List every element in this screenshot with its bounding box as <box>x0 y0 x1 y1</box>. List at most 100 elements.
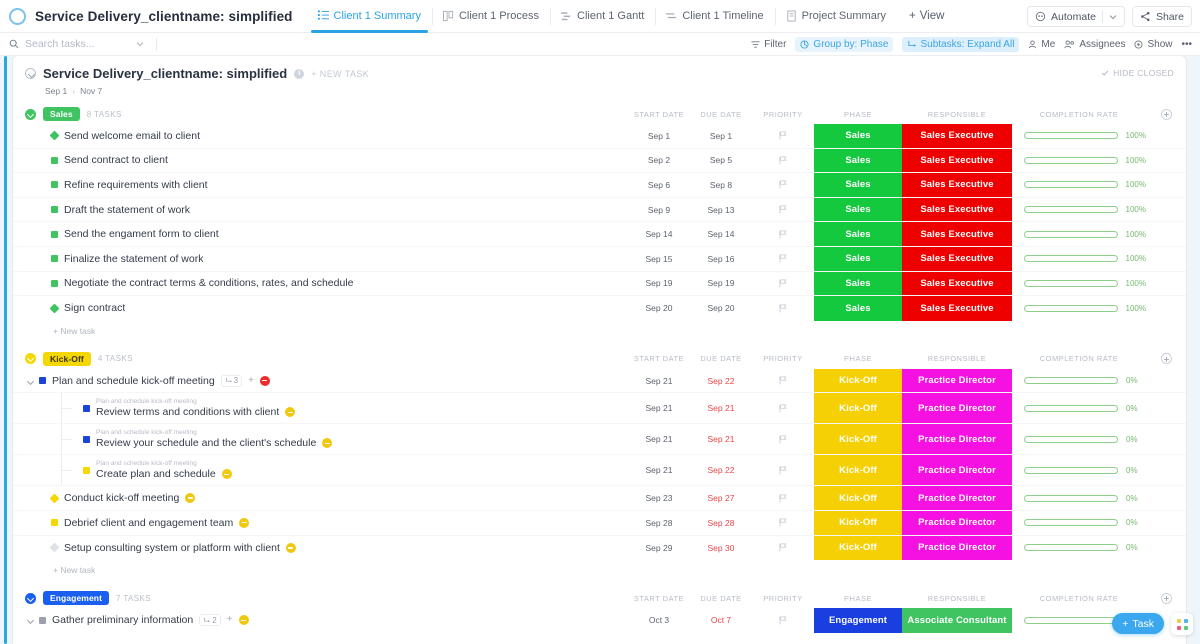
add-task-fab[interactable]: + Task <box>1112 613 1164 634</box>
task-name-cell[interactable]: Setup consulting system or platform with… <box>13 536 628 561</box>
phase-cell[interactable]: Sales <box>814 296 902 321</box>
start-date-cell[interactable]: Sep 15 <box>628 247 690 271</box>
priority-cell[interactable] <box>752 511 814 535</box>
column-header[interactable]: RESPONSIBLE <box>902 594 1012 603</box>
column-header[interactable]: START DATE <box>628 594 690 603</box>
table-row[interactable]: Plan and schedule kick-off meeting Review… <box>13 393 1186 425</box>
column-header[interactable]: START DATE <box>628 354 690 363</box>
new-task-row[interactable]: + New task <box>13 560 1186 580</box>
completion-rate-cell[interactable]: 0% <box>1012 536 1146 561</box>
priority-flag-icon[interactable] <box>779 466 787 475</box>
column-header[interactable]: DUE DATE <box>690 110 752 119</box>
priority-flag-icon[interactable] <box>779 543 787 552</box>
start-date-cell[interactable]: Sep 29 <box>628 536 690 561</box>
task-priority-icon[interactable] <box>285 407 296 418</box>
collapse-group-icon[interactable] <box>25 353 36 365</box>
task-name-cell[interactable]: Send contract to client <box>13 149 628 173</box>
task-status-marker-icon[interactable] <box>39 377 46 385</box>
table-row[interactable]: Plan and schedule kick-off meeting Create… <box>13 455 1186 487</box>
column-header[interactable]: PHASE <box>814 110 902 119</box>
column-header[interactable]: PHASE <box>814 354 902 363</box>
priority-cell[interactable] <box>752 272 814 296</box>
due-date-cell[interactable]: Sep 22 <box>690 455 752 485</box>
task-status-marker-icon[interactable] <box>83 466 90 474</box>
phase-cell[interactable]: Sales <box>814 271 902 296</box>
group-badge[interactable]: Kick-Off <box>43 351 91 366</box>
task-priority-icon[interactable] <box>322 438 333 449</box>
column-header[interactable]: RESPONSIBLE <box>902 110 1012 119</box>
priority-flag-icon[interactable] <box>779 205 787 214</box>
apps-grid-icon[interactable] <box>1171 613 1193 635</box>
task-name-cell[interactable]: Draft the statement of work <box>13 198 628 222</box>
priority-cell[interactable] <box>752 608 814 633</box>
task-status-marker-icon[interactable] <box>51 181 58 189</box>
priority-cell[interactable] <box>752 455 814 485</box>
priority-cell[interactable] <box>752 393 814 423</box>
priority-flag-icon[interactable] <box>779 156 787 165</box>
priority-cell[interactable] <box>752 296 814 321</box>
responsible-cell[interactable]: Practice Director <box>902 535 1012 561</box>
responsible-cell[interactable]: Associate Consultant <box>902 608 1012 633</box>
group-by-button[interactable]: Group by: Phase <box>795 37 894 52</box>
add-view-button[interactable]: + View <box>897 10 956 22</box>
new-task-row[interactable]: + New task <box>13 321 1186 341</box>
priority-flag-icon[interactable] <box>779 230 787 239</box>
add-subtask-icon[interactable]: + <box>248 375 254 386</box>
priority-flag-icon[interactable] <box>779 494 787 503</box>
completion-rate-cell[interactable]: 0% <box>1012 511 1146 535</box>
subtask-count-badge[interactable]: 2 <box>199 614 221 627</box>
task-name-cell[interactable]: Plan and schedule kick-off meeting 3 + <box>13 369 628 393</box>
table-row[interactable]: Send the engament form to client Sep 14 Se… <box>13 222 1186 247</box>
completion-rate-cell[interactable]: 100% <box>1012 198 1146 222</box>
search-input[interactable] <box>25 38 130 50</box>
start-date-cell[interactable]: Sep 21 <box>628 393 690 423</box>
start-date-cell[interactable]: Sep 23 <box>628 486 690 510</box>
table-row[interactable]: Debrief client and engagement team Sep 28… <box>13 510 1186 536</box>
priority-cell[interactable] <box>752 173 814 197</box>
hide-closed-button[interactable]: HIDE CLOSED <box>1101 68 1174 78</box>
column-header[interactable]: DUE DATE <box>690 354 752 363</box>
task-priority-icon[interactable] <box>221 469 232 480</box>
phase-cell[interactable]: Kick-Off <box>814 535 902 561</box>
due-date-cell[interactable]: Sep 5 <box>690 149 752 173</box>
table-row[interactable]: Send welcome email to client Sep 1 Sep 1 Sa… <box>13 124 1186 149</box>
task-status-marker-icon[interactable] <box>83 435 90 443</box>
task-status-marker-icon[interactable] <box>51 255 58 263</box>
priority-flag-icon[interactable] <box>779 131 787 140</box>
priority-flag-icon[interactable] <box>779 435 787 444</box>
task-status-marker-icon[interactable] <box>51 279 58 287</box>
task-name-cell[interactable]: Negotiate the contract terms & condition… <box>13 272 628 296</box>
completion-rate-cell[interactable]: 0% <box>1012 455 1146 485</box>
phase-cell[interactable]: Sales <box>814 246 902 271</box>
start-date-cell[interactable]: Sep 1 <box>628 124 690 148</box>
start-date-cell[interactable]: Oct 3 <box>628 608 690 633</box>
task-name-cell[interactable]: Debrief client and engagement team <box>13 511 628 535</box>
expand-subtasks-icon[interactable] <box>27 616 35 624</box>
task-name-cell[interactable]: Send the engament form to client <box>13 222 628 246</box>
collapse-group-icon[interactable] <box>25 592 36 604</box>
responsible-cell[interactable]: Practice Director <box>902 486 1012 510</box>
task-name-cell[interactable]: Finalize the statement of work <box>13 247 628 271</box>
completion-rate-cell[interactable]: 100% <box>1012 247 1146 271</box>
completion-rate-cell[interactable]: 0% <box>1012 486 1146 510</box>
milestone-marker-icon[interactable] <box>49 303 60 314</box>
table-row[interactable]: Negotiate the contract terms & condition… <box>13 271 1186 297</box>
priority-cell[interactable] <box>752 124 814 148</box>
collapse-project-icon[interactable] <box>25 68 36 79</box>
priority-flag-icon[interactable] <box>779 254 787 263</box>
column-header[interactable]: PRIORITY <box>752 354 814 363</box>
due-date-cell[interactable]: Sep 1 <box>690 124 752 148</box>
due-date-cell[interactable]: Sep 28 <box>690 511 752 535</box>
start-date-cell[interactable]: Sep 20 <box>628 296 690 321</box>
priority-flag-icon[interactable] <box>779 180 787 189</box>
task-name-cell[interactable]: Send welcome email to client <box>13 124 628 148</box>
add-column-icon[interactable] <box>1160 592 1172 604</box>
task-name-cell[interactable]: Gather preliminary information 2 + <box>13 608 628 633</box>
milestone-marker-icon[interactable] <box>49 493 60 504</box>
column-header[interactable]: PHASE <box>814 594 902 603</box>
tab-client-1-process[interactable]: Client 1 Process <box>431 0 550 33</box>
task-name-cell[interactable]: Refine requirements with client <box>13 173 628 197</box>
phase-cell[interactable]: Kick-Off <box>814 424 902 455</box>
task-status-marker-icon[interactable] <box>51 230 58 238</box>
phase-cell[interactable]: Kick-Off <box>814 486 902 510</box>
